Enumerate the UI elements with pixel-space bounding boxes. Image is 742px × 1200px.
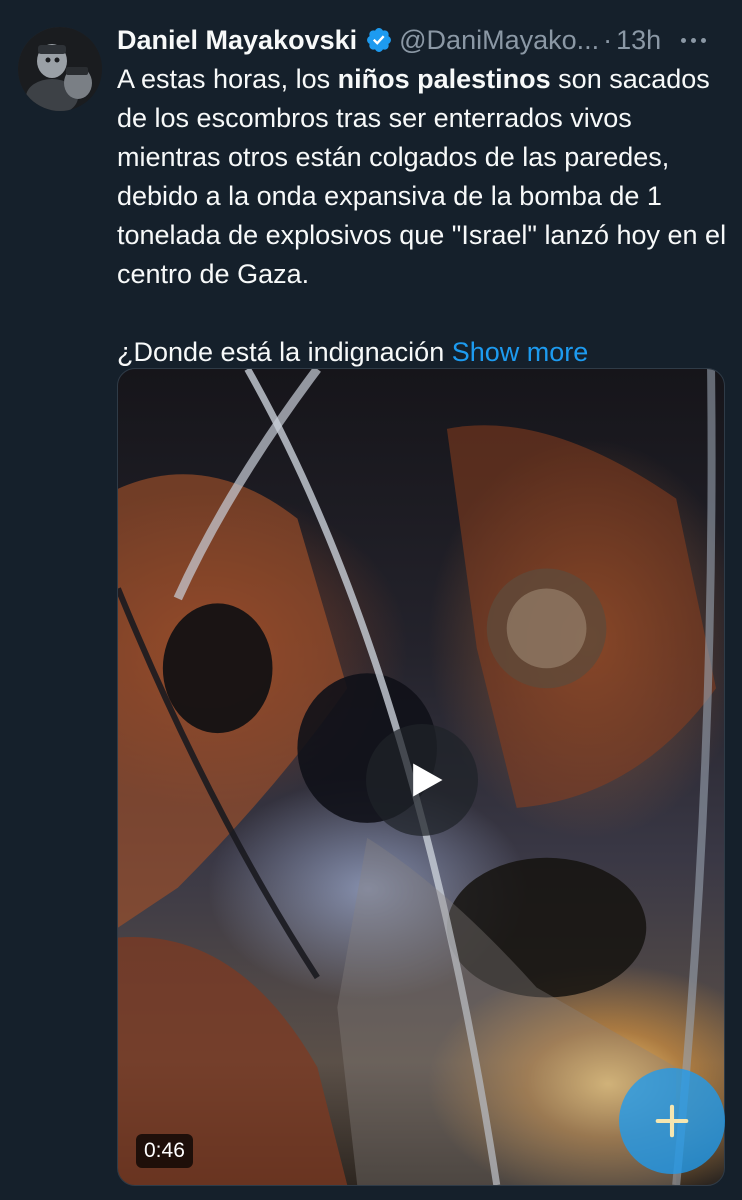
tweet-text-question: ¿Donde está la indignación xyxy=(117,337,452,367)
show-more-link[interactable]: Show more xyxy=(452,337,589,367)
play-icon xyxy=(413,763,443,797)
tweet[interactable]: Daniel Mayakovski @DaniMayako... · 13h A… xyxy=(0,0,742,1200)
tweet-paragraph-2: ¿Donde está la indignación Show more xyxy=(117,333,727,372)
compose-plus-icon xyxy=(655,1104,689,1138)
tweet-paragraph-1: A estas horas, los niños palestinos son … xyxy=(117,60,727,294)
tweet-timestamp[interactable]: 13h xyxy=(616,25,661,56)
video-player[interactable]: 0:46 xyxy=(117,368,725,1186)
header-separator: · xyxy=(603,24,613,55)
verified-badge-icon xyxy=(367,28,392,52)
tweet-header: Daniel Mayakovski @DaniMayako... · 13h xyxy=(117,22,728,58)
author-name[interactable]: Daniel Mayakovski xyxy=(117,25,357,56)
tweet-text: A estas horas, los niños palestinos son … xyxy=(117,60,727,372)
compose-button[interactable] xyxy=(619,1068,725,1174)
avatar[interactable] xyxy=(18,27,102,111)
tweet-text-intro: A estas horas, los xyxy=(117,64,338,94)
play-button[interactable] xyxy=(366,724,478,836)
tweet-text-body: son sacados de los escombros tras ser en… xyxy=(117,64,727,289)
author-handle[interactable]: @DaniMayako... xyxy=(399,25,599,56)
more-icon[interactable] xyxy=(681,22,706,58)
video-duration-badge: 0:46 xyxy=(136,1134,193,1168)
tweet-text-bold: niños palestinos xyxy=(337,64,551,94)
avatar-image xyxy=(18,27,102,111)
